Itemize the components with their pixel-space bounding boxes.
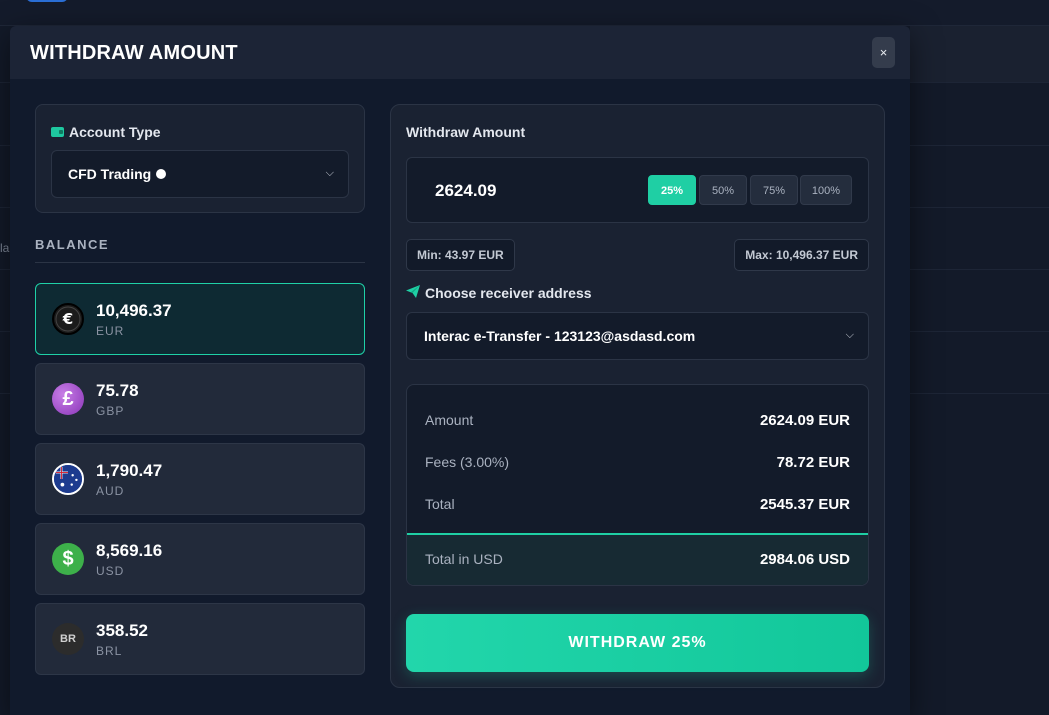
balance-item-eur[interactable]: € 10,496.37 EUR xyxy=(35,283,365,355)
summary-row-amount: Amount 2624.09 EUR xyxy=(425,410,850,430)
summary-value: 2545.37 EUR xyxy=(759,495,850,513)
balance-amount: 8,569.16 xyxy=(96,541,163,560)
summary-label: Fees (3.00%) xyxy=(425,454,510,470)
max-amount-badge: Max: 10,496.37 EUR xyxy=(734,239,869,271)
modal-title: WITHDRAW AMOUNT xyxy=(30,42,238,64)
background-partial-text: la xyxy=(0,241,10,255)
balance-amount: 1,790.47 xyxy=(96,461,163,480)
euro-icon: € xyxy=(52,303,84,335)
background-topbar xyxy=(0,0,1049,26)
percent-50-button[interactable]: 50% xyxy=(699,175,747,205)
balance-item-gbp[interactable]: £ 75.78 GBP xyxy=(35,363,365,435)
balance-heading: BALANCE xyxy=(35,237,110,252)
dollar-symbol: $ xyxy=(62,547,74,570)
account-type-value-row: CFD Trading xyxy=(68,166,167,182)
summary-row-fees: Fees (3.00%) 78.72 EUR xyxy=(425,452,850,472)
balance-divider xyxy=(35,262,365,263)
australia-flag-icon xyxy=(52,463,84,495)
brl-icon: BR xyxy=(52,623,84,655)
account-type-value: CFD Trading xyxy=(68,166,152,182)
balance-currency: AUD xyxy=(96,484,125,498)
summary-total-usd-bar: Total in USD 2984.06 USD xyxy=(407,533,868,585)
balance-amount: 75.78 xyxy=(96,381,139,400)
percent-25-button[interactable]: 25% xyxy=(648,175,696,205)
summary-total-usd-label: Total in USD xyxy=(425,551,503,567)
account-type-label-row: Account Type xyxy=(51,124,161,140)
withdraw-amount-input[interactable]: 2624.09 xyxy=(435,181,496,201)
chevron-down-icon: ⌵ xyxy=(845,329,854,341)
account-type-label: Account Type xyxy=(69,124,161,140)
summary-row-total-usd: Total in USD 2984.06 USD xyxy=(425,549,850,569)
withdraw-amount-box: 2624.09 25% 50% 75% 100% xyxy=(406,157,869,223)
background-logo xyxy=(26,0,68,2)
balance-amount: 10,496.37 xyxy=(96,301,172,320)
account-type-select[interactable]: CFD Trading ⌵ xyxy=(51,150,349,198)
balance-item-brl[interactable]: BR 358.52 BRL xyxy=(35,603,365,675)
modal-header: WITHDRAW AMOUNT × xyxy=(10,26,910,79)
summary-value: 78.72 EUR xyxy=(776,453,850,471)
summary-value: 2624.09 EUR xyxy=(759,411,850,429)
balance-currency: USD xyxy=(96,564,125,578)
receiver-label-row: Choose receiver address xyxy=(406,285,592,301)
close-button[interactable]: × xyxy=(872,37,895,68)
balance-currency: EUR xyxy=(96,324,125,338)
dollar-icon: $ xyxy=(52,543,84,575)
brl-symbol: BR xyxy=(60,633,76,645)
receiver-address-select[interactable]: Interac e-Transfer - 123123@asdasd.com ⌵ xyxy=(406,312,869,360)
withdraw-button[interactable]: WITHDRAW 25% xyxy=(406,614,869,672)
account-type-card: Account Type CFD Trading ⌵ xyxy=(35,104,365,213)
summary-label: Amount xyxy=(425,412,474,428)
pound-icon: £ xyxy=(52,383,84,415)
paper-plane-icon xyxy=(406,285,420,301)
balance-item-usd[interactable]: $ 8,569.16 USD xyxy=(35,523,365,595)
status-dot-icon xyxy=(156,169,167,179)
withdraw-summary: Amount 2624.09 EUR Fees (3.00%) 78.72 EU… xyxy=(406,384,869,586)
summary-label: Total xyxy=(425,496,455,512)
balance-amount: 358.52 xyxy=(96,621,148,640)
close-icon: × xyxy=(879,45,888,60)
withdraw-amount-label: Withdraw Amount xyxy=(406,124,526,140)
balance-currency: GBP xyxy=(96,404,125,418)
balance-currency: BRL xyxy=(96,644,123,658)
percent-100-button[interactable]: 100% xyxy=(800,175,852,205)
receiver-address-value: Interac e-Transfer - 123123@asdasd.com xyxy=(424,328,696,344)
summary-total-usd-value: 2984.06 USD xyxy=(759,550,850,568)
min-amount-badge: Min: 43.97 EUR xyxy=(406,239,515,271)
summary-row-total: Total 2545.37 EUR xyxy=(425,494,850,514)
receiver-label: Choose receiver address xyxy=(425,285,592,301)
wallet-icon xyxy=(51,127,64,137)
withdraw-modal: WITHDRAW AMOUNT × Account Type CFD Tradi… xyxy=(10,26,910,715)
svg-text:€: € xyxy=(62,310,73,328)
percent-75-button[interactable]: 75% xyxy=(750,175,798,205)
pound-symbol: £ xyxy=(62,387,74,410)
chevron-down-icon: ⌵ xyxy=(325,167,334,179)
withdraw-panel: Withdraw Amount 2624.09 25% 50% 75% 100%… xyxy=(390,104,885,688)
balance-item-aud[interactable]: 1,790.47 AUD xyxy=(35,443,365,515)
background-header-strip xyxy=(910,26,1049,82)
